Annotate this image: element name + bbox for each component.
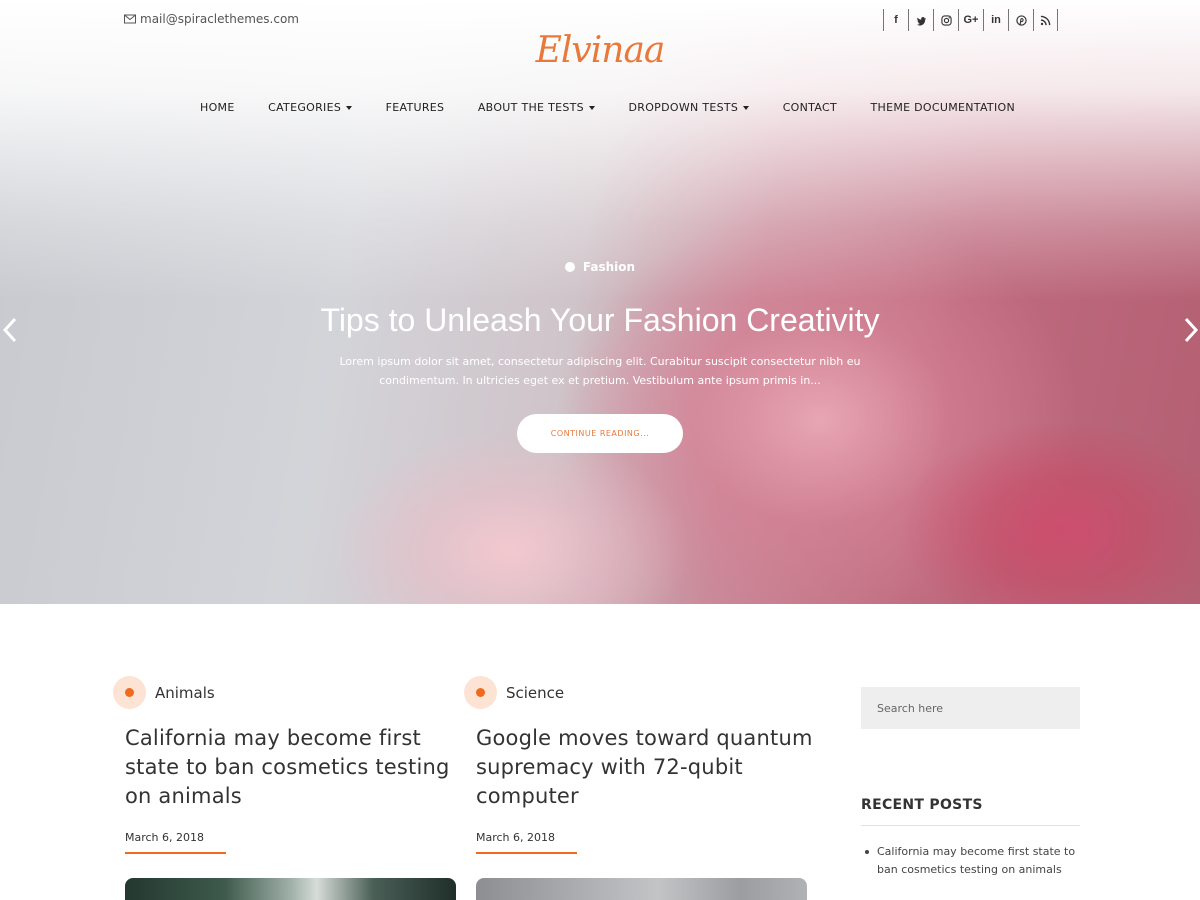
nav-item-categories[interactable]: CATEGORIES: [268, 101, 353, 114]
category-dot-icon: [564, 262, 575, 272]
nav-label: CONTACT: [782, 101, 837, 114]
nav-item-dropdown-tests[interactable]: DROPDOWN TESTS: [628, 101, 750, 114]
post-date[interactable]: March 6, 2018: [125, 831, 465, 844]
nav-item-features[interactable]: FEATURES: [386, 101, 445, 114]
post-date-underline: [125, 852, 226, 854]
category-dot-icon: [464, 676, 497, 709]
instagram-icon[interactable]: [933, 9, 958, 31]
nav-label: ABOUT THE TESTS: [477, 101, 584, 114]
slide-excerpt: Lorem ipsum dolor sit amet, consectetur …: [339, 355, 861, 387]
google-plus-icon[interactable]: G+: [958, 9, 983, 31]
envelope-icon: [124, 14, 136, 24]
nav-label: HOME: [200, 101, 235, 114]
nav-label: CATEGORIES: [268, 101, 342, 114]
post-title[interactable]: Google moves toward quantum supremacy wi…: [476, 724, 816, 811]
divider: [861, 825, 1080, 826]
slide-category[interactable]: Fashion: [0, 260, 1200, 274]
nav-item-theme-documentation[interactable]: THEME DOCUMENTATION: [870, 101, 1015, 114]
nav-item-about-the-tests[interactable]: ABOUT THE TESTS: [478, 101, 595, 114]
linkedin-icon[interactable]: in: [983, 9, 1008, 31]
pinterest-glyph: [1015, 14, 1027, 26]
post-card: Animals California may become first stat…: [113, 676, 465, 900]
post-thumbnail[interactable]: [476, 878, 807, 900]
caret-down-icon: [588, 105, 595, 110]
pinterest-icon[interactable]: [1008, 9, 1033, 31]
recent-post-link[interactable]: California may become first state to ban…: [865, 843, 1082, 879]
recent-posts-list: California may become first state to ban…: [865, 843, 1082, 879]
slide-title[interactable]: Tips to Unleash Your Fashion Creativity: [0, 302, 1200, 339]
search-input[interactable]: [861, 687, 1080, 729]
nav-label: FEATURES: [385, 101, 445, 114]
post-category-label: Animals: [155, 683, 215, 702]
post-card: Science Google moves toward quantum supr…: [464, 676, 816, 900]
post-category[interactable]: Science: [464, 676, 816, 709]
slider-next-arrow-icon[interactable]: [1183, 317, 1199, 343]
contact-email-text: mail@spiraclethemes.com: [140, 12, 299, 26]
post-date[interactable]: March 6, 2018: [476, 831, 816, 844]
main-nav: HOME CATEGORIES FEATURES ABOUT THE TESTS…: [200, 101, 1015, 114]
category-dot-icon: [113, 676, 146, 709]
twitter-glyph: [916, 16, 926, 26]
recent-posts-heading: RECENT POSTS: [861, 797, 983, 813]
continue-reading-button[interactable]: CONTINUE READING...: [517, 414, 683, 453]
post-date-underline: [476, 852, 577, 854]
google-plus-glyph: G+: [963, 14, 979, 26]
slide-category-label: Fashion: [582, 260, 636, 274]
social-links: f G+ in: [883, 9, 1058, 31]
caret-down-icon: [346, 105, 353, 110]
slider-prev-arrow-icon[interactable]: [2, 317, 18, 343]
caret-down-icon: [743, 105, 750, 110]
facebook-icon[interactable]: f: [883, 9, 908, 31]
post-category[interactable]: Animals: [113, 676, 465, 709]
site-logo[interactable]: Elvinaa: [0, 30, 1200, 71]
instagram-glyph: [940, 14, 952, 26]
linkedin-glyph: in: [991, 14, 1001, 26]
contact-email[interactable]: mail@spiraclethemes.com: [124, 12, 299, 26]
post-thumbnail[interactable]: [125, 878, 456, 900]
post-title[interactable]: California may become first state to ban…: [125, 724, 465, 811]
twitter-icon[interactable]: [908, 9, 933, 31]
page: mail@spiraclethemes.com f G+ in Elvinaa …: [0, 0, 1200, 900]
nav-label: THEME DOCUMENTATION: [870, 101, 1015, 114]
rss-glyph: [1040, 15, 1051, 25]
facebook-glyph: f: [894, 14, 898, 26]
nav-label: DROPDOWN TESTS: [628, 101, 739, 114]
nav-item-home[interactable]: HOME: [200, 101, 235, 114]
nav-item-contact[interactable]: CONTACT: [783, 101, 837, 114]
post-category-label: Science: [506, 683, 565, 702]
rss-icon[interactable]: [1033, 9, 1058, 31]
